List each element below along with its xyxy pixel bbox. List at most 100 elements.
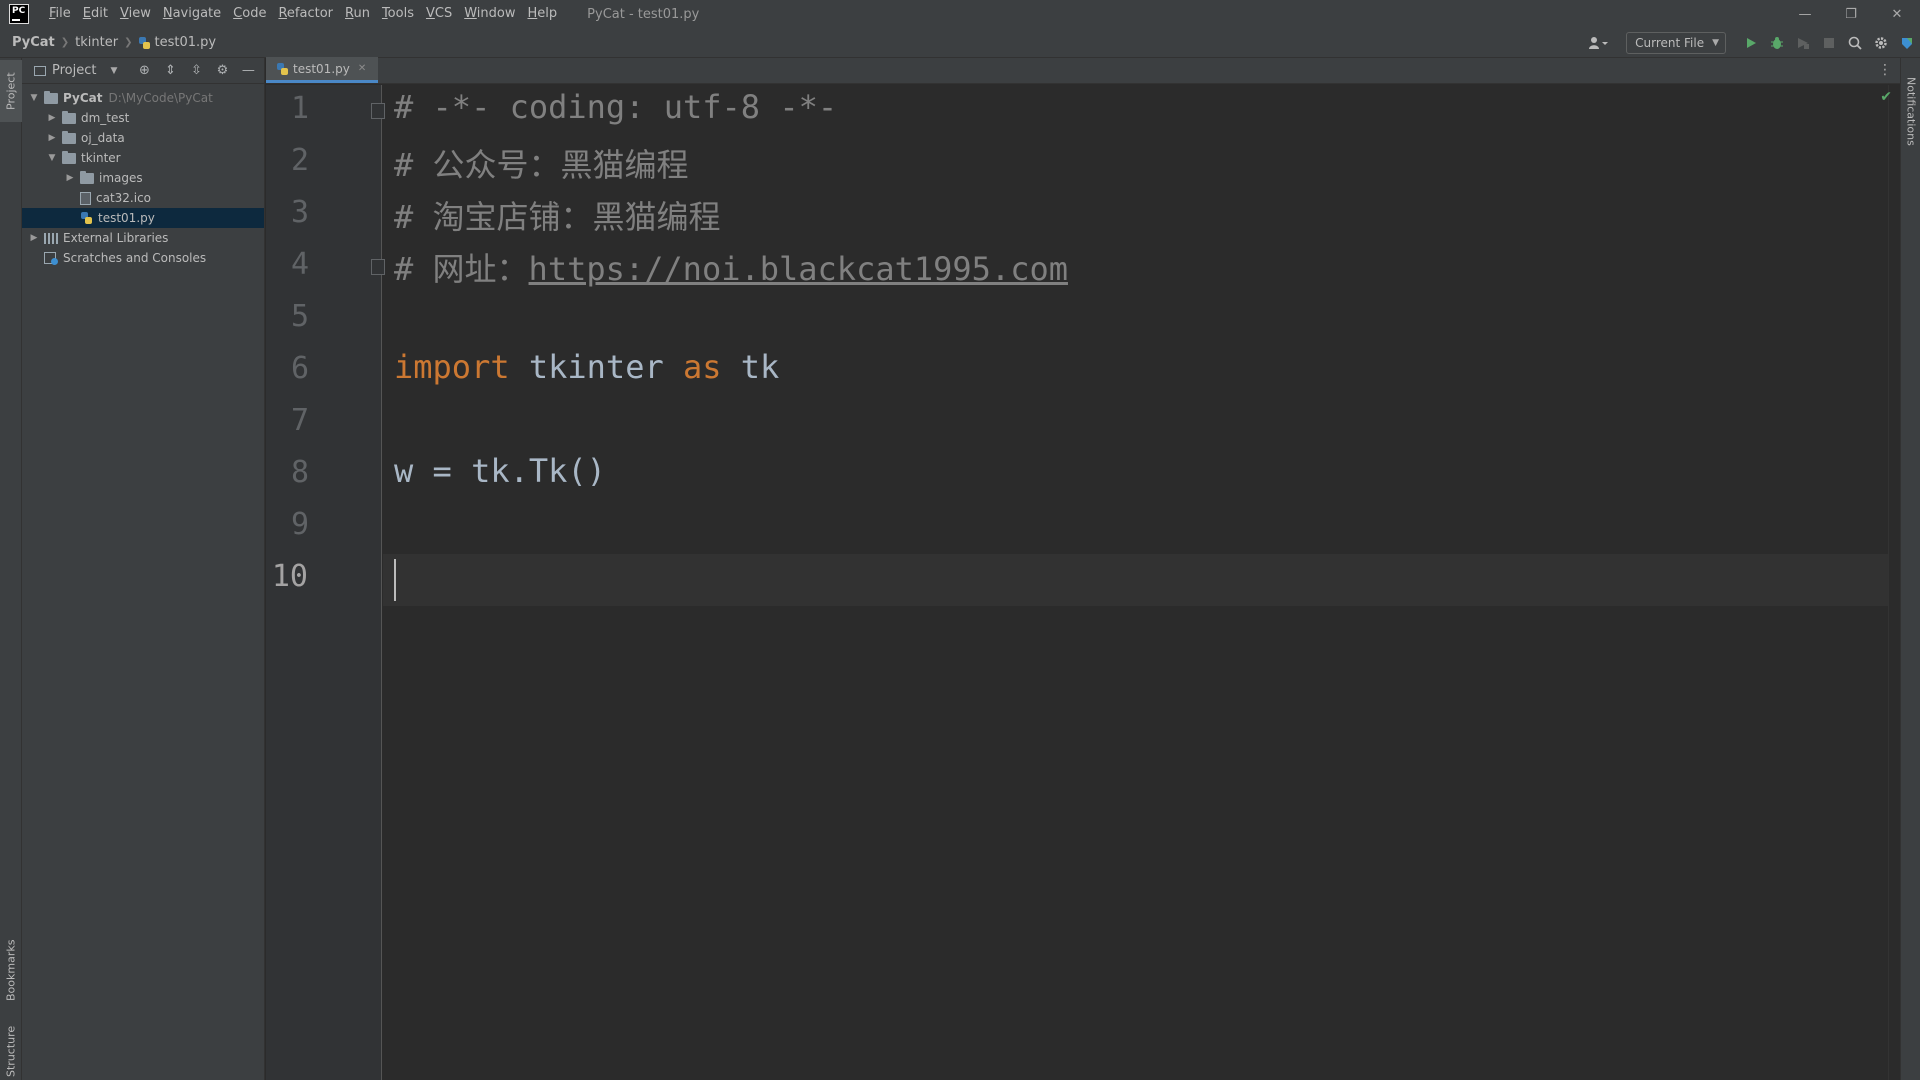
project-panel-header: Project ▼ ⊕ ⇕ ⇳ ⚙ —	[22, 58, 264, 84]
tree-item-pycat[interactable]: ▼ PyCat D:\MyCode\PyCat	[22, 88, 264, 108]
menu-help[interactable]: Help	[522, 0, 564, 28]
alias-name: tk	[721, 348, 780, 386]
chevron-right-icon[interactable]: ▶	[46, 113, 58, 123]
python-file-icon	[276, 62, 289, 76]
line-number-gutter: 1 2 3 4 5 6 7 8 9 10	[266, 85, 385, 1080]
fold-start-icon[interactable]	[371, 103, 385, 119]
menu-view[interactable]: View	[114, 0, 157, 28]
chevron-down-icon[interactable]: ▼	[28, 93, 40, 103]
project-view-icon	[34, 65, 46, 76]
line-number: 8	[290, 455, 309, 490]
tree-item-images[interactable]: ▶ images	[22, 168, 264, 188]
menu-tools[interactable]: Tools	[376, 0, 420, 28]
breadcrumb-folder[interactable]: tkinter	[75, 35, 118, 50]
menu-file[interactable]: File	[43, 0, 77, 28]
inspection-ok-icon[interactable]: ✔	[1880, 89, 1892, 105]
gear-icon[interactable]: ⚙	[209, 63, 235, 78]
chevron-right-icon[interactable]: ▶	[64, 173, 76, 183]
locate-icon[interactable]: ⊕	[131, 63, 157, 78]
search-icon[interactable]	[1842, 32, 1868, 54]
window-title: PyCat - test01.py	[587, 6, 700, 22]
debug-icon[interactable]	[1764, 32, 1790, 54]
tree-item-label: images	[99, 171, 143, 185]
module-name: tkinter	[509, 348, 683, 386]
coverage-icon[interactable]	[1790, 32, 1816, 54]
chevron-right-icon[interactable]: ▶	[46, 133, 58, 143]
tree-item-dm-test[interactable]: ▶ dm_test	[22, 108, 264, 128]
tree-item-tkinter[interactable]: ▼ tkinter	[22, 148, 264, 168]
tree-item-label: PyCat	[63, 91, 103, 105]
code-line-3: # 淘宝店铺：黑猫编程	[394, 198, 721, 236]
navigation-bar: PyCat ❯ tkinter ❯ test01.py Current File…	[0, 28, 1920, 58]
breadcrumb-file[interactable]: test01.py	[154, 35, 216, 50]
keyword-import: import	[394, 348, 510, 386]
tool-window-notifications[interactable]: Notifications	[1901, 66, 1920, 156]
tree-item-label: oj_data	[81, 131, 125, 145]
project-view-selector[interactable]: Project	[52, 63, 96, 78]
hide-icon[interactable]: —	[235, 63, 261, 78]
tool-window-notifications-label: Notifications	[1904, 76, 1918, 146]
breadcrumb-separator-icon: ❯	[60, 37, 70, 48]
chevron-down-icon[interactable]: ▼	[46, 153, 58, 163]
minimize-button[interactable]: —	[1782, 0, 1828, 28]
library-icon	[44, 232, 58, 244]
scratches-icon	[44, 251, 58, 265]
tree-item-label: cat32.ico	[96, 191, 152, 205]
tool-window-structure-label: Structure	[4, 1025, 18, 1078]
tree-item-external-libraries[interactable]: ▶ External Libraries	[22, 228, 264, 248]
breadcrumb-root[interactable]: PyCat	[12, 35, 55, 50]
tree-item-cat32-ico[interactable]: cat32.ico	[22, 188, 264, 208]
folder-icon	[62, 130, 76, 144]
tool-window-bookmarks[interactable]: Bookmarks	[0, 930, 22, 1010]
tool-window-project[interactable]: Project	[0, 60, 22, 122]
run-config-label: Current File	[1635, 36, 1705, 50]
settings-icon[interactable]	[1868, 32, 1894, 54]
update-icon[interactable]	[1894, 32, 1920, 54]
code-editor[interactable]: 1 2 3 4 5 6 7 8 9 10 # -*- coding: utf-8…	[266, 85, 1900, 1080]
current-line-highlight	[383, 554, 1900, 606]
line-number: 6	[290, 351, 309, 386]
menu-window[interactable]: Window	[458, 0, 521, 28]
close-button[interactable]: ✕	[1874, 0, 1920, 28]
fold-end-icon[interactable]	[371, 259, 385, 275]
user-icon[interactable]	[1588, 36, 1609, 50]
python-file-icon	[80, 211, 93, 225]
line-number: 2	[290, 143, 309, 178]
vertical-scrollbar[interactable]	[1888, 85, 1900, 1080]
comment-url-link[interactable]: https://noi.blackcat1995.com	[529, 250, 1068, 288]
title-bar: PC File Edit View Navigate Code Refactor…	[0, 0, 1920, 28]
tree-item-oj-data[interactable]: ▶ oj_data	[22, 128, 264, 148]
menu-run[interactable]: Run	[339, 0, 376, 28]
tab-test01-py[interactable]: test01.py ✕	[266, 57, 379, 83]
code-line-2: # 公众号：黑猫编程	[394, 146, 689, 184]
tree-item-path: D:\MyCode\PyCat	[108, 91, 213, 105]
menu-edit[interactable]: Edit	[77, 0, 114, 28]
left-tool-strip: Project Bookmarks Structure	[0, 58, 22, 1080]
menu-navigate[interactable]: Navigate	[157, 0, 227, 28]
expand-all-icon[interactable]: ⇕	[157, 63, 183, 78]
menu-refactor[interactable]: Refactor	[272, 0, 339, 28]
chevron-down-icon[interactable]: ▼	[110, 66, 117, 76]
tree-item-test01-py[interactable]: test01.py	[22, 208, 264, 228]
collapse-all-icon[interactable]: ⇳	[183, 63, 209, 78]
text-caret	[394, 559, 396, 601]
tool-window-bookmarks-label: Bookmarks	[4, 939, 18, 1001]
tree-item-label: dm_test	[81, 111, 130, 125]
run-icon[interactable]	[1738, 32, 1764, 54]
line-number: 5	[290, 299, 309, 334]
chevron-right-icon[interactable]: ▶	[28, 233, 40, 243]
tree-item-label: External Libraries	[63, 231, 169, 245]
stop-icon[interactable]	[1816, 32, 1842, 54]
tree-item-scratches[interactable]: Scratches and Consoles	[22, 248, 264, 268]
python-file-icon	[138, 36, 151, 50]
code-line-8: w = tk.Tk()	[394, 452, 606, 490]
comment-text: # 网址：	[394, 250, 529, 288]
tool-window-structure[interactable]: Structure	[0, 1023, 22, 1080]
restore-button[interactable]: ❐	[1828, 0, 1874, 28]
close-icon[interactable]: ✕	[358, 63, 366, 74]
window-controls: — ❐ ✕	[1782, 0, 1920, 28]
menu-code[interactable]: Code	[227, 0, 272, 28]
more-vertical-icon[interactable]: ⋮	[1878, 62, 1892, 78]
menu-vcs[interactable]: VCS	[420, 0, 458, 28]
run-config-selector[interactable]: Current File ▼	[1626, 32, 1726, 54]
